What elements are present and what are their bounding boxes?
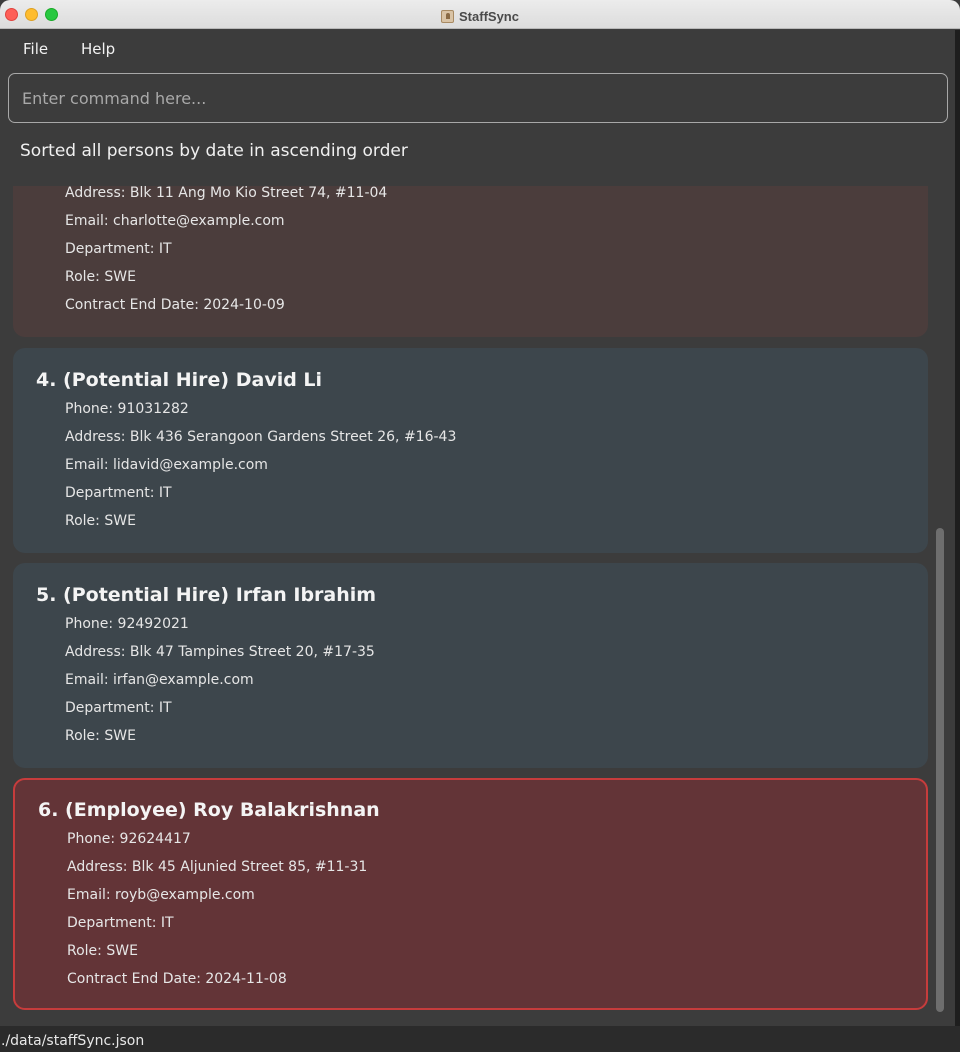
person-department: Department: IT — [65, 241, 172, 257]
person-list: Address: Blk 11 Ang Mo Kio Street 74, #1… — [0, 186, 960, 1026]
person-role: Role: SWE — [65, 513, 136, 529]
menu-help[interactable]: Help — [81, 40, 115, 58]
person-address: Address: Blk 47 Tampines Street 20, #17-… — [65, 644, 375, 660]
person-phone: Phone: 91031282 — [65, 401, 189, 417]
menu-file[interactable]: File — [23, 40, 48, 58]
status-file-path: ./data/staffSync.json — [1, 1033, 145, 1049]
person-card-selected[interactable]: 6. (Employee) Roy Balakrishnan Phone: 92… — [13, 778, 928, 1010]
person-name: 5. (Potential Hire) Irfan Ibrahim — [36, 584, 377, 606]
result-display: Sorted all persons by date in ascending … — [20, 141, 408, 161]
person-address: Address: Blk 436 Serangoon Gardens Stree… — [65, 429, 457, 445]
person-name: 6. (Employee) Roy Balakrishnan — [38, 799, 380, 821]
person-role: Role: SWE — [65, 269, 136, 285]
person-contract-end-date: Contract End Date: 2024-10-09 — [65, 297, 285, 313]
menu-bar: File Help — [0, 30, 960, 68]
person-email: Email: charlotte@example.com — [65, 213, 285, 229]
person-department: Department: IT — [65, 700, 172, 716]
window-titlebar: StaffSync — [0, 0, 960, 29]
person-card[interactable]: 5. (Potential Hire) Irfan Ibrahim Phone:… — [13, 563, 928, 768]
person-department: Department: IT — [65, 485, 172, 501]
window-title-wrap: StaffSync — [0, 6, 960, 24]
window-title: StaffSync — [459, 9, 519, 24]
window-edge — [955, 30, 960, 1026]
person-role: Role: SWE — [67, 943, 138, 959]
person-address: Address: Blk 45 Aljunied Street 85, #11-… — [67, 859, 368, 875]
person-email: Email: royb@example.com — [67, 887, 255, 903]
command-box — [8, 73, 948, 123]
vertical-scrollbar[interactable] — [934, 186, 946, 1026]
person-contract-end-date: Contract End Date: 2024-11-08 — [67, 971, 287, 987]
command-input[interactable] — [22, 88, 934, 108]
person-card[interactable]: 4. (Potential Hire) David Li Phone: 9103… — [13, 348, 928, 553]
person-address: Address: Blk 11 Ang Mo Kio Street 74, #1… — [65, 186, 388, 201]
person-card[interactable]: Address: Blk 11 Ang Mo Kio Street 74, #1… — [13, 186, 928, 337]
app-icon — [441, 10, 455, 23]
person-email: Email: irfan@example.com — [65, 672, 254, 688]
person-phone: Phone: 92624417 — [67, 831, 191, 847]
person-department: Department: IT — [67, 915, 174, 931]
person-name: 4. (Potential Hire) David Li — [36, 369, 323, 391]
person-role: Role: SWE — [65, 728, 136, 744]
person-email: Email: lidavid@example.com — [65, 457, 268, 473]
person-phone: Phone: 92492021 — [65, 616, 189, 632]
status-bar: ./data/staffSync.json — [0, 1026, 960, 1052]
scrollbar-thumb[interactable] — [936, 528, 944, 1012]
